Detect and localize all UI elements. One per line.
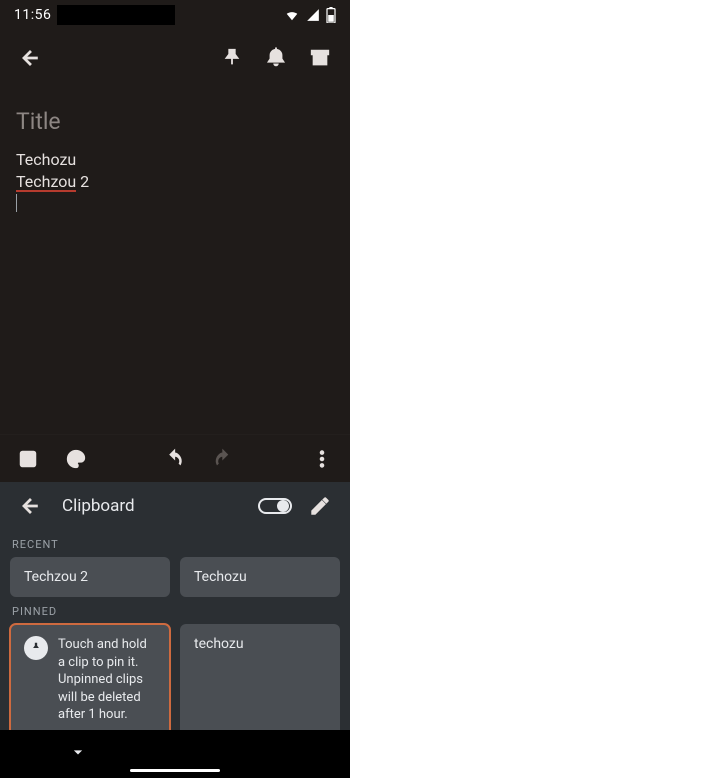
pinned-hint-clip[interactable]: Touch and hold a clip to pin it. Unpinne… xyxy=(10,624,170,730)
wifi-icon xyxy=(284,8,300,22)
status-bar: 11:56 xyxy=(0,0,350,30)
clipboard-header: Clipboard xyxy=(0,482,350,530)
overflow-menu-button[interactable] xyxy=(300,437,344,481)
palette-button[interactable] xyxy=(54,437,98,481)
status-redacted xyxy=(57,5,175,25)
clipboard-edit-button[interactable] xyxy=(298,484,342,528)
gesture-pill[interactable] xyxy=(130,769,220,772)
note-body-line1[interactable]: Techozu xyxy=(16,149,334,171)
undo-button[interactable] xyxy=(153,437,197,481)
status-icons xyxy=(284,7,336,23)
note-body-line2-rest: 2 xyxy=(76,172,89,191)
note-title-input[interactable]: Title xyxy=(16,108,334,135)
clipboard-toggle[interactable] xyxy=(258,498,292,514)
clipboard-back-button[interactable] xyxy=(8,484,52,528)
redo-button xyxy=(201,437,245,481)
pin-button[interactable] xyxy=(210,36,254,80)
clip-text: Touch and hold a clip to pin it. Unpinne… xyxy=(58,636,156,724)
text-cursor xyxy=(16,194,17,212)
recent-section-label: RECENT xyxy=(12,538,340,551)
keyboard-clipboard-panel: Clipboard RECENT Techzou 2 Techozu PINNE… xyxy=(0,482,350,778)
pinned-section-label: PINNED xyxy=(12,605,340,618)
app-bar xyxy=(0,30,350,86)
battery-icon xyxy=(326,7,336,23)
add-button[interactable] xyxy=(6,437,50,481)
back-button[interactable] xyxy=(8,36,52,80)
clip-text: Techozu xyxy=(194,569,247,585)
signal-icon xyxy=(306,8,320,22)
note-body-line2[interactable]: Techzou 2 xyxy=(16,171,334,193)
system-nav-bar xyxy=(0,730,350,778)
recent-clip[interactable]: Techzou 2 xyxy=(10,557,170,597)
pinned-clip[interactable]: techozu xyxy=(180,624,340,730)
pin-icon xyxy=(24,636,48,660)
clip-text: techozu xyxy=(194,636,244,652)
phone-frame: 11:56 Title Techozu Techzou 2 xyxy=(0,0,350,778)
hide-keyboard-button[interactable] xyxy=(68,742,88,766)
archive-button[interactable] xyxy=(298,36,342,80)
note-editor[interactable]: Title Techozu Techzou 2 xyxy=(0,86,350,434)
clipboard-title: Clipboard xyxy=(62,496,135,516)
note-bottom-toolbar xyxy=(0,434,350,482)
clip-text: Techzou 2 xyxy=(24,569,88,585)
reminder-button[interactable] xyxy=(254,36,298,80)
recent-clip[interactable]: Techozu xyxy=(180,557,340,597)
misspelled-word[interactable]: Techzou xyxy=(16,174,76,193)
status-time: 11:56 xyxy=(14,7,51,23)
